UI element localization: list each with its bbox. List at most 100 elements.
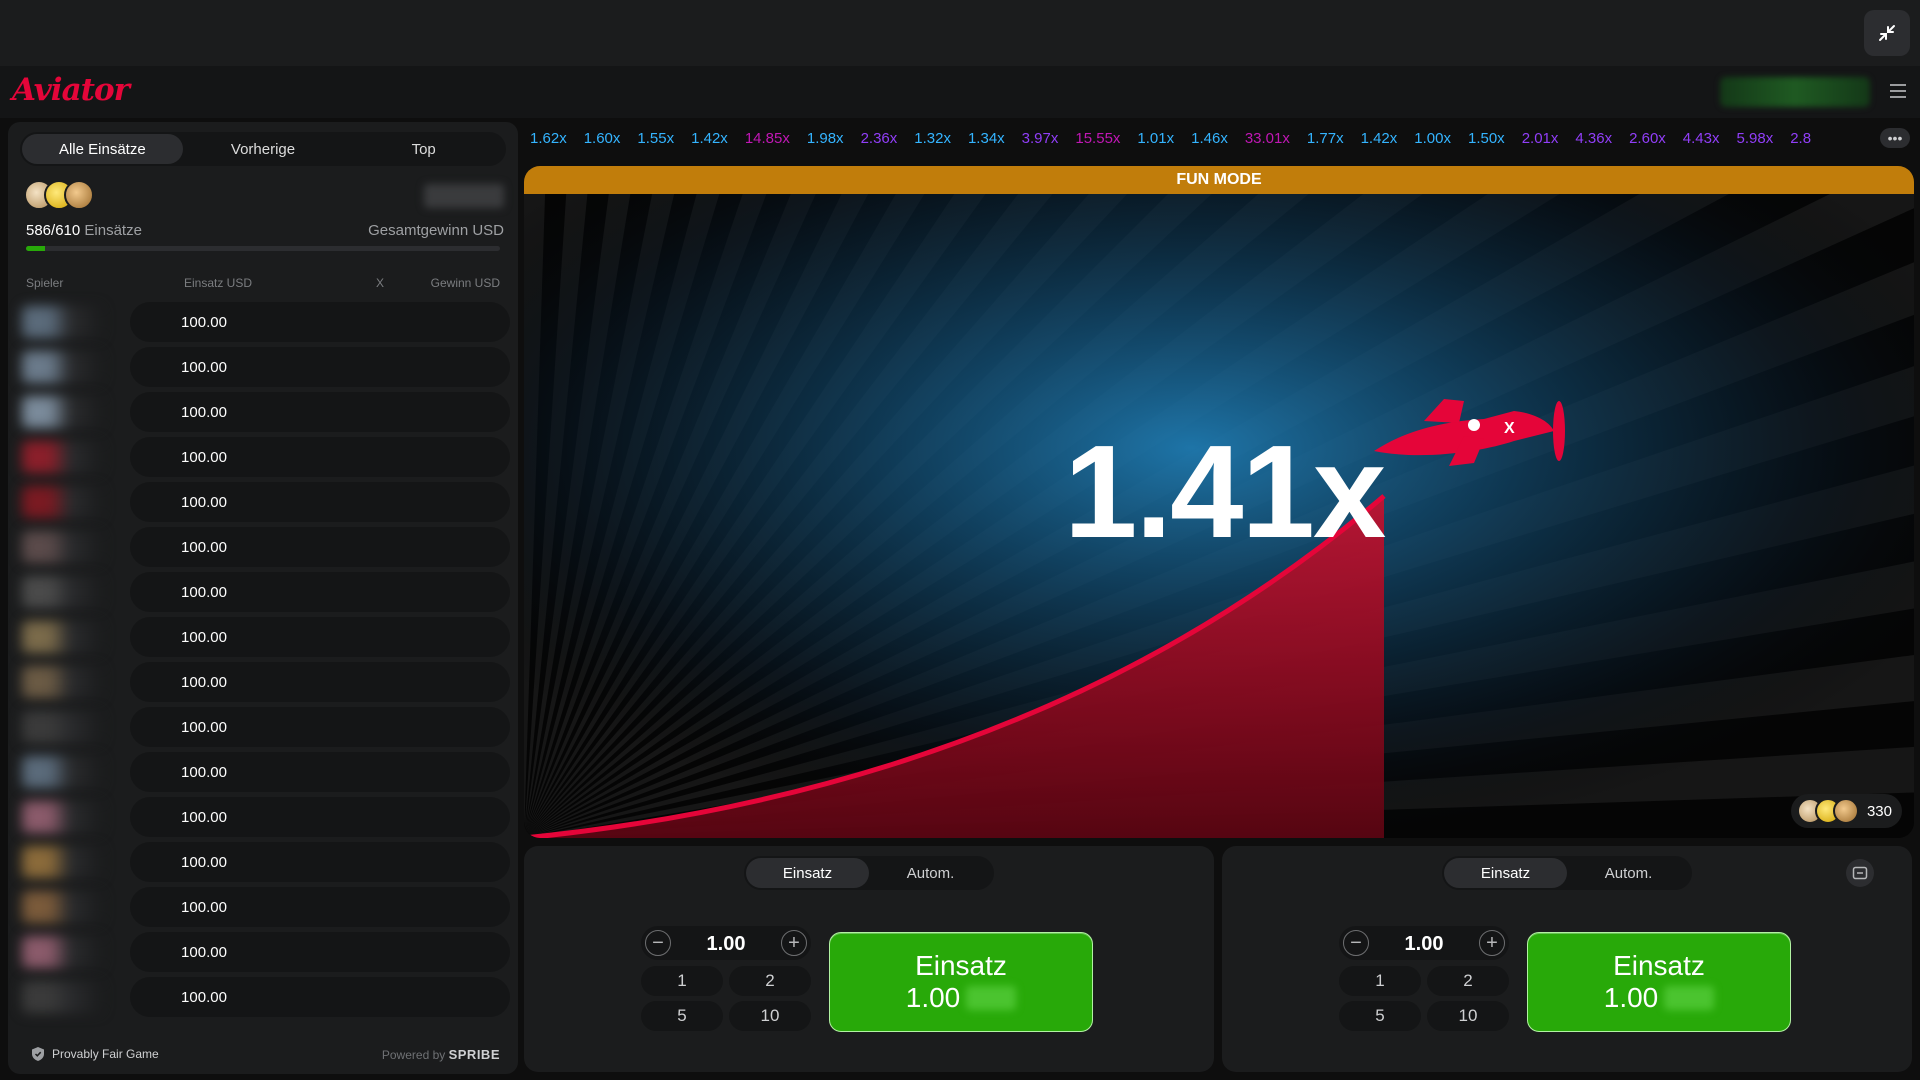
player-name bbox=[22, 576, 102, 608]
history-multiplier[interactable]: 1.60x bbox=[584, 130, 621, 147]
quick-stake-10[interactable]: 10 bbox=[1427, 1001, 1509, 1031]
history-multiplier[interactable]: 2.01x bbox=[1522, 130, 1559, 147]
online-players-count: 330 bbox=[1866, 802, 1892, 820]
tab-top[interactable]: Top bbox=[343, 134, 504, 164]
history-multiplier[interactable]: 2.36x bbox=[861, 130, 898, 147]
history-multiplier[interactable]: 1.62x bbox=[530, 130, 567, 147]
bet-button-amount: 1.00 bbox=[1603, 982, 1659, 1013]
bet-amount: 100.00 bbox=[181, 584, 227, 601]
quick-stake-1[interactable]: 1 bbox=[1339, 966, 1421, 996]
history-multiplier[interactable]: 2.8 bbox=[1790, 130, 1811, 147]
quick-stake-1[interactable]: 1 bbox=[641, 966, 723, 996]
history-multiplier[interactable]: 1.34x bbox=[968, 130, 1005, 147]
bet-row: 100.00 bbox=[16, 887, 510, 927]
bet-row: 100.00 bbox=[16, 572, 510, 612]
player-avatars bbox=[1796, 798, 1859, 824]
bet-row: 100.00 bbox=[16, 347, 510, 387]
player-name bbox=[22, 621, 102, 653]
history-multiplier[interactable]: 5.98x bbox=[1737, 130, 1774, 147]
bet-amount: 100.00 bbox=[181, 629, 227, 646]
collapse-fullscreen-button[interactable] bbox=[1864, 10, 1910, 56]
bet-amount: 100.00 bbox=[181, 854, 227, 871]
shield-icon bbox=[32, 1047, 44, 1061]
place-bet-button[interactable]: Einsatz 1.00 bbox=[1527, 932, 1791, 1032]
history-multiplier[interactable]: 1.32x bbox=[914, 130, 951, 147]
history-multiplier[interactable]: 1.00x bbox=[1414, 130, 1451, 147]
online-players: 330 bbox=[1790, 794, 1902, 828]
bet-amount: 100.00 bbox=[181, 719, 227, 736]
bet-mode-tabs: Einsatz Autom. bbox=[744, 856, 994, 890]
history-multiplier[interactable]: 1.77x bbox=[1307, 130, 1344, 147]
history-multiplier[interactable]: 1.46x bbox=[1191, 130, 1228, 147]
quick-stake-5[interactable]: 5 bbox=[641, 1001, 723, 1031]
current-multiplier: 1.41x bbox=[1064, 418, 1386, 565]
player-name bbox=[22, 756, 102, 788]
tab-all-bets[interactable]: Alle Einsätze bbox=[22, 134, 183, 164]
bet-amount: 100.00 bbox=[181, 539, 227, 556]
history-more-button[interactable]: ••• bbox=[1880, 128, 1910, 148]
collapse-icon bbox=[1879, 25, 1895, 41]
increase-stake-button[interactable]: + bbox=[1479, 930, 1505, 956]
history-multiplier[interactable]: 1.01x bbox=[1137, 130, 1174, 147]
remove-panel-button[interactable] bbox=[1846, 859, 1874, 887]
avatar bbox=[1832, 798, 1859, 824]
total-win-label: Gesamtgewinn USD bbox=[368, 222, 504, 239]
tab-bet[interactable]: Einsatz bbox=[746, 858, 869, 888]
quick-stake-2[interactable]: 2 bbox=[1427, 966, 1509, 996]
player-name bbox=[22, 846, 102, 878]
player-name bbox=[22, 441, 102, 473]
history-multiplier[interactable]: 33.01x bbox=[1245, 130, 1290, 147]
spribe-logo: SPRIBE bbox=[448, 1046, 500, 1062]
total-win-value bbox=[424, 184, 504, 208]
player-name bbox=[22, 351, 102, 383]
bet-amount: 100.00 bbox=[181, 764, 227, 781]
history-multiplier[interactable]: 4.36x bbox=[1575, 130, 1612, 147]
history-multiplier[interactable]: 4.43x bbox=[1683, 130, 1720, 147]
bet-amount: 100.00 bbox=[181, 494, 227, 511]
quick-stake-2[interactable]: 2 bbox=[729, 966, 811, 996]
tab-bet[interactable]: Einsatz bbox=[1444, 858, 1567, 888]
bet-panel-1: Einsatz Autom. − 1.00 + 1 2 5 10 Einsatz… bbox=[524, 846, 1214, 1072]
history-multiplier[interactable]: 14.85x bbox=[745, 130, 790, 147]
app-header: Aviator bbox=[0, 66, 1920, 118]
bet-amount: 100.00 bbox=[181, 359, 227, 376]
quick-stake-10[interactable]: 10 bbox=[729, 1001, 811, 1031]
tab-previous[interactable]: Vorherige bbox=[183, 134, 344, 164]
history-multiplier[interactable]: 1.98x bbox=[807, 130, 844, 147]
history-multiplier[interactable]: 2.60x bbox=[1629, 130, 1666, 147]
history-multiplier[interactable]: 15.55x bbox=[1075, 130, 1120, 147]
bet-row: 100.00 bbox=[16, 752, 510, 792]
bet-row: 100.00 bbox=[16, 302, 510, 342]
tab-auto[interactable]: Autom. bbox=[1567, 858, 1690, 888]
bet-panel-2: Einsatz Autom. − 1.00 + 1 2 5 10 Einsatz… bbox=[1222, 846, 1912, 1072]
quick-stake-5[interactable]: 5 bbox=[1339, 1001, 1421, 1031]
menu-icon[interactable] bbox=[1890, 82, 1906, 100]
bet-amount: 100.00 bbox=[181, 944, 227, 961]
tab-auto[interactable]: Autom. bbox=[869, 858, 992, 888]
history-multiplier[interactable]: 3.97x bbox=[1022, 130, 1059, 147]
minus-square-icon bbox=[1852, 866, 1868, 880]
history-multiplier[interactable]: 1.55x bbox=[637, 130, 674, 147]
history-multiplier[interactable]: 1.42x bbox=[1361, 130, 1398, 147]
bets-progress bbox=[26, 246, 500, 251]
player-name bbox=[22, 801, 102, 833]
history-multiplier[interactable]: 1.42x bbox=[691, 130, 728, 147]
stake-value[interactable]: 1.00 bbox=[1379, 933, 1469, 956]
svg-text:X: X bbox=[1504, 420, 1515, 437]
stake-control: − 1.00 + 1 2 5 10 bbox=[641, 926, 811, 1048]
bet-button-label: Einsatz bbox=[915, 950, 1007, 981]
increase-stake-button[interactable]: + bbox=[781, 930, 807, 956]
bet-amount: 100.00 bbox=[181, 809, 227, 826]
currency-label bbox=[966, 986, 1017, 1010]
place-bet-button[interactable]: Einsatz 1.00 bbox=[829, 932, 1093, 1032]
decrease-stake-button[interactable]: − bbox=[645, 930, 671, 956]
col-win: Gewinn USD bbox=[430, 276, 500, 290]
stake-value[interactable]: 1.00 bbox=[681, 933, 771, 956]
bet-row: 100.00 bbox=[16, 437, 510, 477]
minus-icon: − bbox=[1350, 932, 1362, 954]
player-avatars bbox=[24, 180, 94, 210]
history-multiplier[interactable]: 1.50x bbox=[1468, 130, 1505, 147]
decrease-stake-button[interactable]: − bbox=[1343, 930, 1369, 956]
provably-fair-link[interactable]: Provably Fair Game bbox=[32, 1047, 159, 1061]
bet-row: 100.00 bbox=[16, 662, 510, 702]
